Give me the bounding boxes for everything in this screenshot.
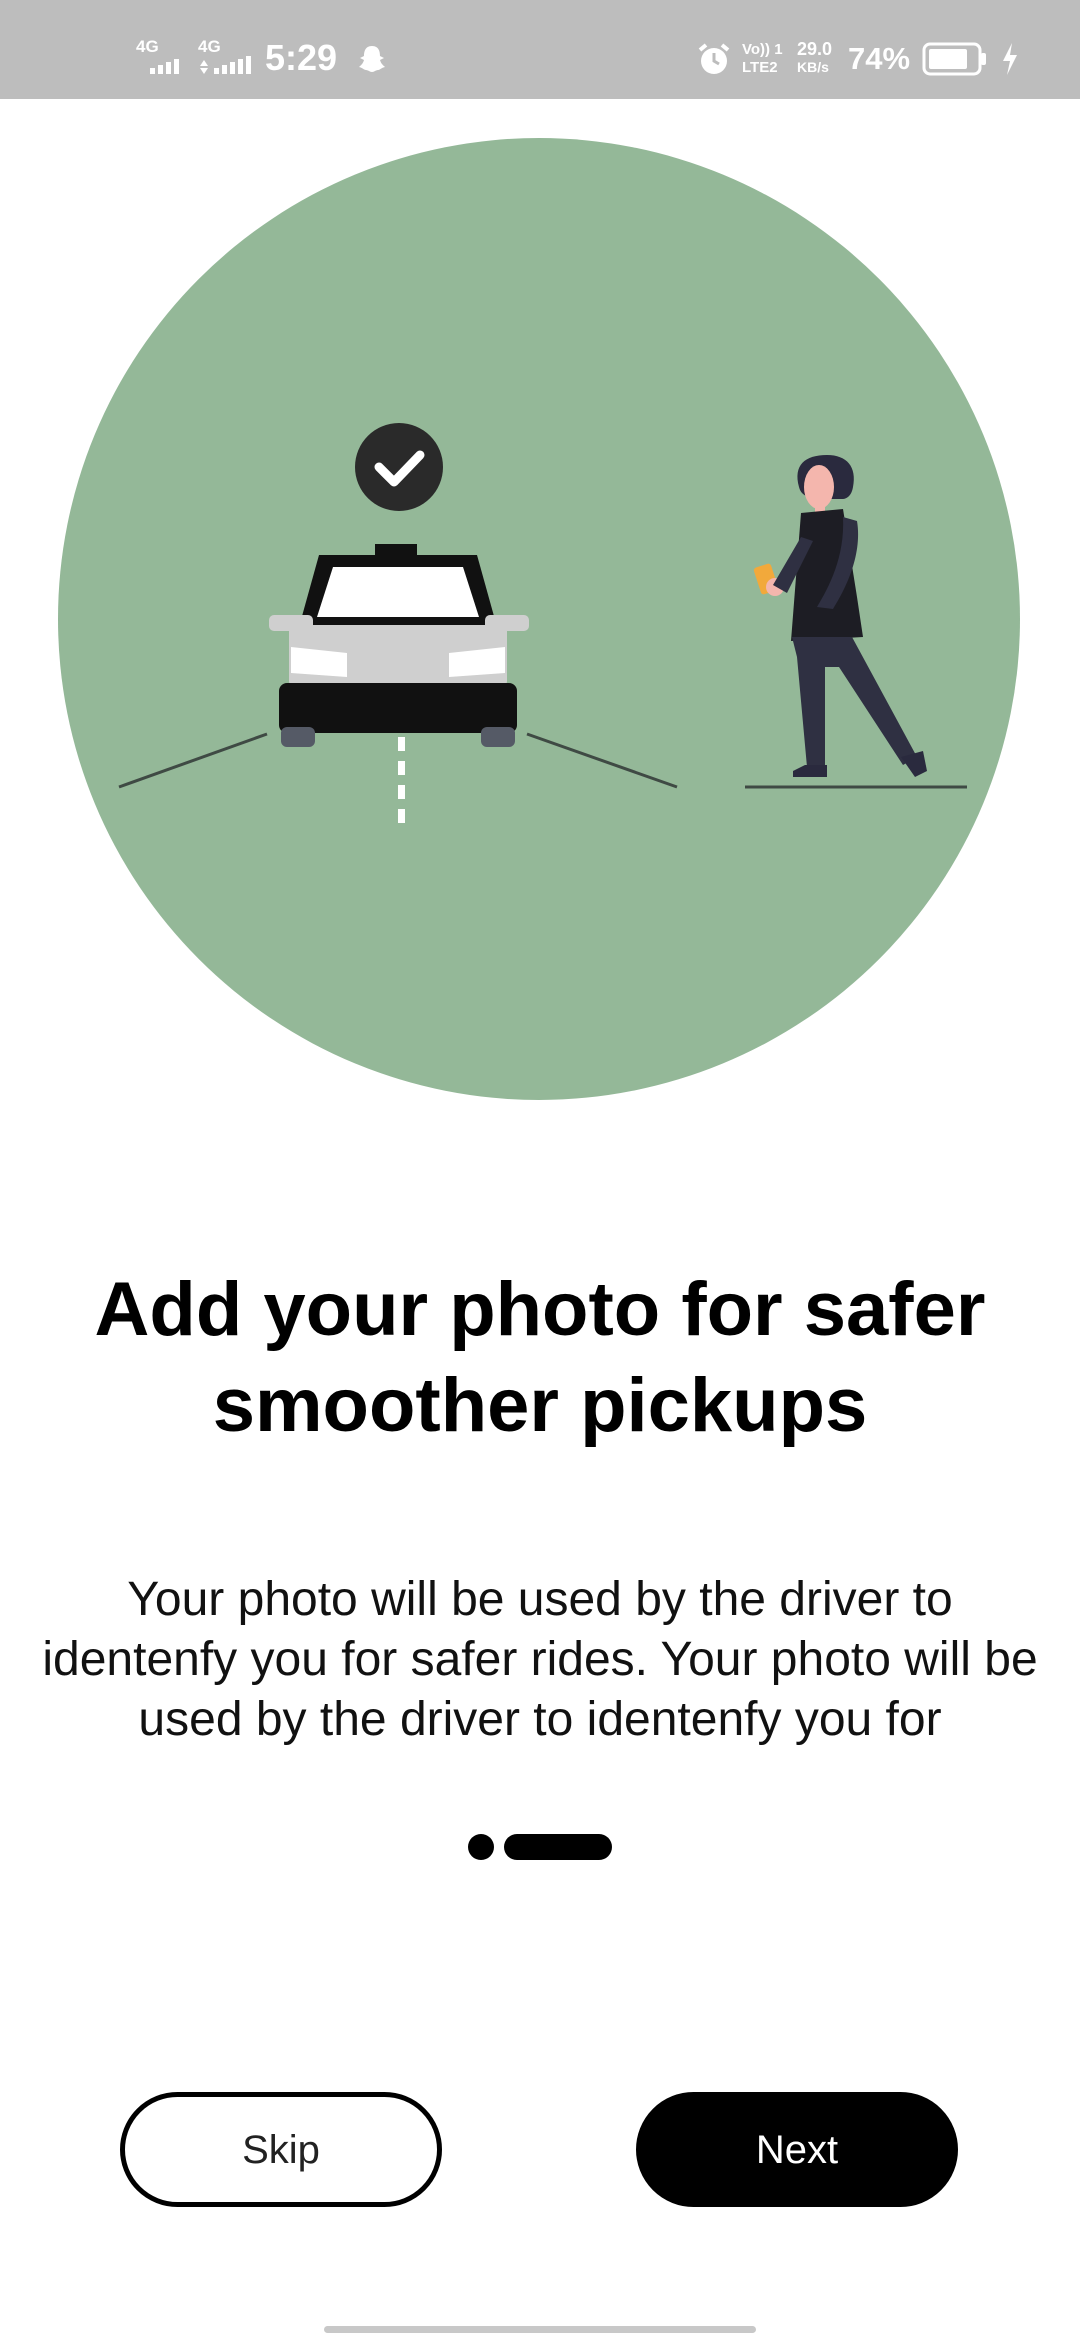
battery-percent: 74% bbox=[848, 41, 911, 76]
home-indicator[interactable] bbox=[324, 2326, 756, 2333]
volte-label: Vo)) 1 bbox=[742, 41, 783, 58]
sim2-network-label: 4G bbox=[198, 37, 221, 56]
status-bar: 4G 4G 5:29 Vo)) 1 LTE2 29.0 KB/s 74% bbox=[0, 0, 1080, 99]
page-indicator-active-dot bbox=[504, 1834, 612, 1860]
onboarding-illustration bbox=[58, 138, 1020, 1100]
page-indicator bbox=[468, 1834, 613, 1860]
signal-icon bbox=[200, 56, 251, 74]
signal-icon bbox=[150, 59, 179, 74]
network-speed-value: 29.0 bbox=[797, 39, 833, 59]
next-button[interactable]: Next bbox=[636, 2092, 958, 2207]
skip-button[interactable]: Skip bbox=[120, 2092, 442, 2207]
charging-icon bbox=[1003, 43, 1017, 75]
check-badge-icon bbox=[355, 423, 443, 511]
illustration-background bbox=[58, 138, 1020, 1100]
sim1-network-label: 4G bbox=[136, 37, 159, 56]
lte-label: LTE2 bbox=[742, 59, 778, 76]
network-speed-unit: KB/s bbox=[797, 59, 829, 75]
alarm-icon bbox=[698, 43, 730, 74]
clock-time: 5:29 bbox=[265, 37, 338, 78]
onboarding-description: Your photo will be used by the driver to… bbox=[42, 1573, 1038, 1746]
page-indicator-dot bbox=[468, 1834, 494, 1860]
snapchat-icon bbox=[359, 46, 385, 72]
battery-icon bbox=[922, 42, 986, 76]
onboarding-title: Add your photo for safer smoother pickup… bbox=[94, 1267, 986, 1448]
